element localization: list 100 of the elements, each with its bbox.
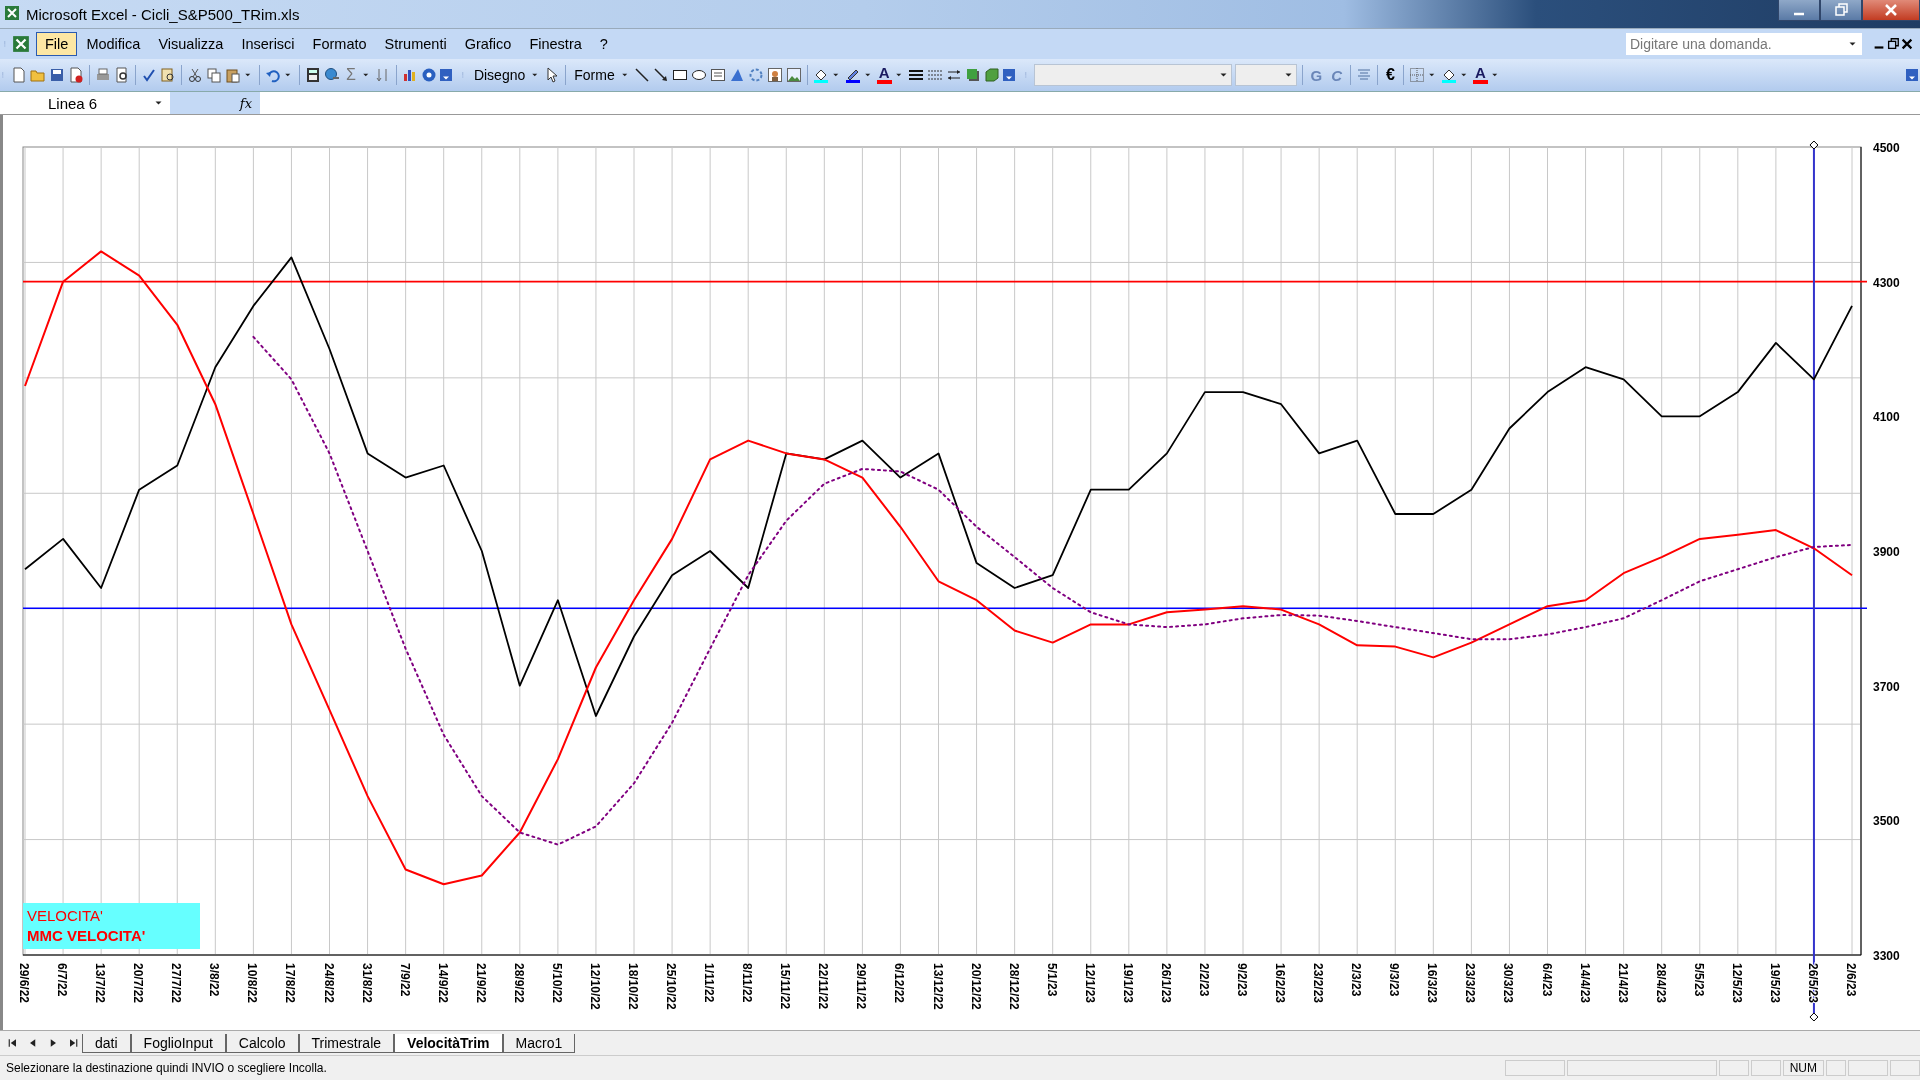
toolbar-button[interactable]: € bbox=[1383, 66, 1398, 84]
selection-handle bbox=[1809, 1012, 1819, 1022]
x-axis-label: 2/6/23 bbox=[1844, 963, 1858, 997]
line-style-icon[interactable] bbox=[907, 67, 924, 83]
excel-icon[interactable] bbox=[12, 35, 30, 53]
picture-icon[interactable] bbox=[785, 67, 802, 83]
undo-icon[interactable] bbox=[265, 67, 281, 83]
x-axis-label: 28/9/22 bbox=[511, 963, 526, 1004]
close-button[interactable] bbox=[1862, 0, 1920, 21]
sheet-tab[interactable]: Trimestrale bbox=[298, 1033, 395, 1053]
research-icon[interactable] bbox=[160, 67, 176, 83]
fill-color-icon[interactable] bbox=[812, 67, 829, 83]
save-icon[interactable] bbox=[49, 67, 65, 83]
paste-icon[interactable] bbox=[225, 67, 241, 83]
y-axis-label: 4100 bbox=[1873, 410, 1900, 425]
x-axis-label: 24/8/22 bbox=[321, 963, 336, 1004]
y-axis-label: 3500 bbox=[1873, 814, 1900, 829]
document-stop-icon[interactable] bbox=[68, 67, 84, 83]
line-color-icon[interactable] bbox=[844, 67, 861, 83]
x-axis-label: 10/8/22 bbox=[245, 963, 260, 1004]
x-axis-label: 23/3/23 bbox=[1463, 963, 1478, 1004]
menu-item[interactable]: Modifica bbox=[77, 32, 150, 56]
x-axis-label: 28/12/22 bbox=[1006, 963, 1021, 1010]
menu-item[interactable]: Finestra bbox=[520, 32, 591, 56]
y-axis-label: 3900 bbox=[1873, 545, 1900, 559]
menu-item[interactable]: Grafico bbox=[455, 32, 521, 56]
font-color-button[interactable]: A bbox=[876, 66, 892, 84]
x-axis-label: 27/7/22 bbox=[169, 963, 184, 1004]
menu-item[interactable]: File bbox=[36, 32, 78, 56]
x-axis-label: 26/5/23 bbox=[1805, 963, 1820, 1004]
help-search-field[interactable]: Digitare una domanda. bbox=[1626, 33, 1862, 55]
menu-item[interactable]: Formato bbox=[303, 32, 376, 56]
print-preview-icon[interactable] bbox=[114, 67, 130, 83]
status-pane bbox=[1826, 1060, 1846, 1076]
font-color-button[interactable]: A bbox=[1473, 66, 1488, 84]
copy-icon[interactable] bbox=[206, 67, 222, 83]
status-pane bbox=[1848, 1060, 1888, 1076]
ellipse-icon[interactable] bbox=[690, 67, 707, 83]
minimize-button[interactable] bbox=[1778, 0, 1820, 21]
x-axis-label: 23/2/23 bbox=[1311, 963, 1326, 1004]
line-icon[interactable] bbox=[633, 67, 650, 83]
excel-icon bbox=[4, 4, 20, 21]
x-axis-label: 5/1/23 bbox=[1044, 963, 1059, 997]
sheet-tab[interactable]: Macro1 bbox=[502, 1033, 576, 1053]
x-axis-label: 26/1/23 bbox=[1158, 963, 1173, 1004]
3d-box-icon[interactable] bbox=[983, 67, 1000, 83]
fill-color-icon[interactable] bbox=[1441, 67, 1457, 83]
x-axis-label: 28/4/23 bbox=[1653, 963, 1668, 1004]
x-axis-label: 12/5/23 bbox=[1729, 963, 1744, 1004]
spelling-check-icon[interactable] bbox=[141, 67, 157, 83]
x-axis-label: 6/4/23 bbox=[1539, 963, 1554, 997]
status-pane bbox=[1750, 1060, 1781, 1076]
x-axis-label: 14/4/23 bbox=[1577, 963, 1592, 1004]
selection-handle bbox=[1809, 140, 1819, 150]
diagram-icon[interactable] bbox=[747, 67, 764, 83]
toolbar-button[interactable]: Forme bbox=[571, 67, 618, 83]
shadow-icon[interactable] bbox=[964, 67, 981, 83]
rectangle-icon[interactable] bbox=[671, 67, 688, 83]
wordart-icon[interactable] bbox=[728, 67, 745, 83]
x-axis-label: 20/7/22 bbox=[131, 963, 146, 1004]
text-box-icon[interactable] bbox=[709, 67, 726, 83]
sheet-tab[interactable]: dati bbox=[82, 1033, 131, 1053]
x-axis-label: 31/8/22 bbox=[359, 963, 374, 1004]
restore-icon[interactable] bbox=[1886, 37, 1900, 51]
x-axis-label: 16/3/23 bbox=[1425, 963, 1440, 1004]
arrow-style-icon[interactable] bbox=[945, 67, 962, 83]
toolbar-button[interactable]: Disegno bbox=[470, 67, 529, 83]
x-axis-label: 17/8/22 bbox=[283, 963, 298, 1004]
new-document-icon[interactable] bbox=[11, 67, 27, 83]
menu-item[interactable]: Visualizza bbox=[149, 32, 233, 56]
clip-art-icon[interactable] bbox=[766, 67, 783, 83]
x-axis-label: 6/7/22 bbox=[55, 963, 70, 997]
x-axis-label: 6/12/22 bbox=[892, 963, 907, 1004]
x-axis-label: 7/9/22 bbox=[397, 963, 412, 997]
x-axis-label: 16/2/23 bbox=[1273, 963, 1288, 1004]
calculator-icon[interactable] bbox=[305, 67, 321, 83]
x-axis-label: 21/4/23 bbox=[1615, 963, 1630, 1004]
x-axis-label: 25/10/22 bbox=[664, 963, 679, 1010]
arrow-icon[interactable] bbox=[652, 67, 669, 83]
x-axis-label: 3/8/22 bbox=[207, 963, 222, 997]
menu-item[interactable]: Inserisci bbox=[232, 32, 304, 56]
bar-chart-icon[interactable] bbox=[401, 67, 418, 83]
menu-item[interactable]: Strumenti bbox=[375, 32, 456, 56]
sheet-tab[interactable]: VelocitàTrim bbox=[394, 1033, 503, 1053]
globe-link-icon[interactable] bbox=[324, 67, 340, 83]
sheet-tab[interactable]: Calcolo bbox=[225, 1033, 299, 1053]
x-axis-label: 29/11/22 bbox=[854, 963, 869, 1010]
status-message: Selezionare la destinazione quindi INVIO o scegliere Incolla. bbox=[6, 1061, 327, 1075]
menu-item[interactable]: ? bbox=[590, 32, 617, 56]
x-axis-label: 9/3/23 bbox=[1387, 963, 1402, 997]
close-icon[interactable] bbox=[1900, 37, 1914, 51]
print-icon[interactable] bbox=[95, 67, 111, 83]
x-axis-label: 15/11/22 bbox=[778, 963, 793, 1010]
insert-function-button[interactable]: fx bbox=[170, 92, 260, 114]
restore-button[interactable] bbox=[1820, 0, 1862, 21]
status-indicator: NUM bbox=[1782, 1060, 1824, 1076]
y-axis-label: 3700 bbox=[1873, 679, 1900, 694]
sheet-tab[interactable]: FoglioInput bbox=[130, 1033, 226, 1053]
help-icon[interactable] bbox=[420, 67, 437, 83]
cut-icon[interactable] bbox=[187, 67, 203, 83]
